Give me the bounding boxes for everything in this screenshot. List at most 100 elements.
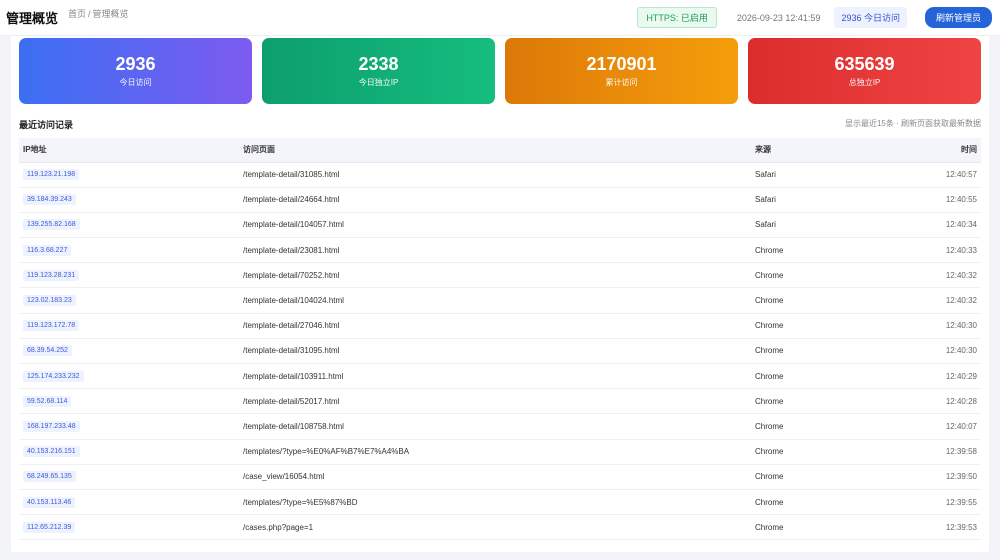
refresh-button[interactable]: 刷新管理员 xyxy=(924,7,992,28)
page-cell: /template-detail/52017.html xyxy=(239,388,751,415)
table-row: 119.123.28.231/template-detail/70252.htm… xyxy=(19,262,981,289)
ip-chip: 139.255.82.168 xyxy=(23,219,80,231)
table-row: 125.174.233.232/template-detail/103911.h… xyxy=(19,363,981,390)
breadcrumb-home[interactable]: 首页 xyxy=(68,9,86,19)
datetime-display: 2026-09-23 12:41:59 xyxy=(736,12,821,23)
ip-chip: 112.65.212.39 xyxy=(23,521,76,533)
source-cell: Chrome xyxy=(751,262,901,289)
table-row: 68.39.54.252/template-detail/31095.html C… xyxy=(19,338,981,365)
source-cell: Safari xyxy=(751,187,901,213)
stat-card-today-unique-ip: 2338 今日独立IP xyxy=(262,38,495,104)
ip-cell: 40.153.113.46 xyxy=(19,489,239,516)
table-header-row: IP地址 访问页面 来源 时间 xyxy=(19,138,981,163)
time-cell: 12:40:30 xyxy=(901,313,981,339)
ip-cell: 139.255.82.168 xyxy=(19,212,239,239)
column-header-time: 时间 xyxy=(901,138,981,163)
stat-cards: 2936 今日访问 2338 今日独立IP 2170901 累计访问 63563… xyxy=(19,38,981,104)
ip-chip: 40.153.216.151 xyxy=(23,446,80,458)
page-cell: /case_view/16054.html xyxy=(239,464,751,490)
page-cell: /template-detail/23081.html xyxy=(239,237,751,264)
records-note: 显示最近15条 · 刷新页面获取最新数据 xyxy=(844,119,981,128)
time-cell: 12:40:57 xyxy=(901,162,981,188)
ip-cell: 112.65.212.39 xyxy=(19,514,239,541)
ip-chip: 125.174.233.232 xyxy=(23,370,84,382)
ip-chip: 68.39.54.252 xyxy=(23,345,72,357)
page-cell: /template-detail/24664.html xyxy=(239,187,751,213)
source-cell: Chrome xyxy=(751,237,901,264)
time-cell: 12:39:58 xyxy=(901,439,981,465)
page-cell: /template-detail/103911.html xyxy=(239,363,751,390)
source-cell: Chrome xyxy=(751,464,901,490)
time-cell: 12:40:07 xyxy=(901,413,981,440)
table-row: 40.153.113.46/templates/?type=%E5%87%BD C… xyxy=(19,489,981,516)
page-cell: /template-detail/108758.html xyxy=(239,413,751,440)
table-row: 168.197.233.48/template-detail/108758.ht… xyxy=(19,413,981,440)
source-cell: Chrome xyxy=(751,287,901,314)
ip-chip: 40.153.113.46 xyxy=(23,496,76,508)
https-status-badge: HTTPS: 已启用 xyxy=(637,7,717,28)
column-header-ip: IP地址 xyxy=(19,138,239,163)
source-cell: Chrome xyxy=(751,338,901,365)
stat-label: 累计访问 xyxy=(605,78,638,87)
records-title: 最近访问记录 xyxy=(19,120,74,130)
stat-value: 2170901 xyxy=(586,54,657,74)
time-cell: 12:39:55 xyxy=(901,489,981,516)
ip-chip: 116.3.68.227 xyxy=(23,244,72,256)
time-cell: 12:40:28 xyxy=(901,388,981,415)
page-cell: /templates/?type=%E5%87%BD xyxy=(239,489,751,516)
ip-cell: 119.123.28.231 xyxy=(19,262,239,289)
source-cell: Chrome xyxy=(751,388,901,415)
time-cell: 12:40:34 xyxy=(901,212,981,239)
table-row: 59.52.68.114/template-detail/52017.html C… xyxy=(19,388,981,415)
source-cell: Chrome xyxy=(751,489,901,516)
column-header-source: 来源 xyxy=(751,138,901,163)
top-right-controls: HTTPS: 已启用 2026-09-23 12:41:59 2936 今日访问… xyxy=(637,7,994,28)
time-cell: 12:40:33 xyxy=(901,237,981,264)
time-cell: 12:39:50 xyxy=(901,464,981,490)
page-cell: /template-detail/70252.html xyxy=(239,262,751,289)
ip-chip: 119.123.21.198 xyxy=(23,169,80,181)
source-cell: Chrome xyxy=(751,313,901,339)
breadcrumb-current: 管理概览 xyxy=(92,9,129,19)
today-visits-pill: 2936 今日访问 xyxy=(834,7,907,28)
visit-records-table: IP地址 访问页面 来源 时间 119.123.21.198/template-… xyxy=(19,138,981,541)
ip-chip: 123.02.183.23 xyxy=(23,295,76,307)
ip-chip: 39.184.39.243 xyxy=(23,194,76,206)
records-header: 最近访问记录 显示最近15条 · 刷新页面获取最新数据 xyxy=(19,118,981,131)
page-cell: /template-detail/104057.html xyxy=(239,212,751,239)
source-cell: Chrome xyxy=(751,413,901,440)
breadcrumb-separator: / xyxy=(88,9,91,19)
page-cell: /cases.php?page=1 xyxy=(239,514,751,541)
column-header-page: 访问页面 xyxy=(239,138,751,163)
source-cell: Chrome xyxy=(751,514,901,541)
table-row: 116.3.68.227/template-detail/23081.html C… xyxy=(19,237,981,264)
ip-cell: 125.174.233.232 xyxy=(19,363,239,390)
source-cell: Chrome xyxy=(751,363,901,390)
top-bar: 管理概览 首页 / 管理概览 HTTPS: 已启用 2026-09-23 12:41… xyxy=(0,0,1000,36)
ip-cell: 119.123.21.198 xyxy=(19,162,239,188)
stat-label: 总独立IP xyxy=(848,78,881,87)
ip-cell: 68.39.54.252 xyxy=(19,338,239,365)
ip-chip: 68.249.65.135 xyxy=(23,471,76,483)
time-cell: 12:40:29 xyxy=(901,363,981,390)
main-panel: 2936 今日访问 2338 今日独立IP 2170901 累计访问 63563… xyxy=(11,36,989,552)
time-cell: 12:40:55 xyxy=(901,187,981,213)
ip-chip: 59.52.68.114 xyxy=(23,395,72,407)
time-cell: 12:40:32 xyxy=(901,262,981,289)
stat-value: 2936 xyxy=(115,54,156,74)
ip-cell: 123.02.183.23 xyxy=(19,287,239,314)
table-row: 139.255.82.168/template-detail/104057.ht… xyxy=(19,212,981,239)
source-cell: Safari xyxy=(751,162,901,188)
source-cell: Safari xyxy=(751,212,901,239)
stat-value: 635639 xyxy=(834,54,895,74)
page-cell: /template-detail/27046.html xyxy=(239,313,751,339)
ip-chip: 119.123.172.78 xyxy=(23,320,80,332)
breadcrumb: 首页 / 管理概览 xyxy=(68,7,129,20)
table-row: 119.123.172.78/template-detail/27046.htm… xyxy=(19,313,981,339)
table-row: 123.02.183.23/template-detail/104024.htm… xyxy=(19,287,981,314)
table-row: 68.249.65.135/case_view/16054.html Chrome… xyxy=(19,464,981,490)
page-cell: /template-detail/31095.html xyxy=(239,338,751,365)
ip-cell: 119.123.172.78 xyxy=(19,313,239,339)
stat-value: 2338 xyxy=(358,54,399,74)
time-cell: 12:39:53 xyxy=(901,514,981,541)
